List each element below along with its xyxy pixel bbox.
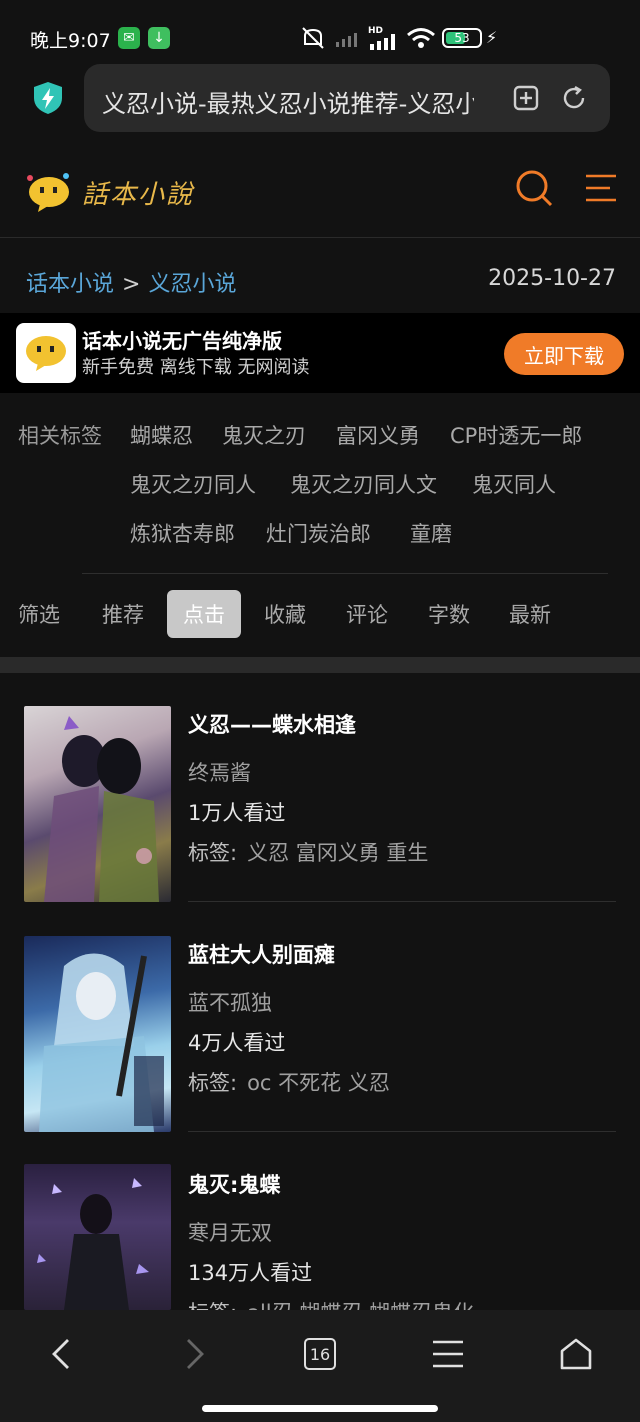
banner-subtitle: 新手免费 离线下载 无网阅读: [82, 357, 310, 378]
tabs-button[interactable]: 16: [296, 1330, 344, 1378]
book-tags: 标签: 义忍 富冈义勇 重生: [188, 837, 428, 867]
book-author[interactable]: 蓝不孤独: [188, 987, 272, 1017]
download-now-button[interactable]: 立即下载: [504, 333, 624, 375]
book-title[interactable]: 蓝柱大人别面瘫: [188, 939, 335, 969]
app-logo-icon: [26, 336, 66, 371]
book-item[interactable]: 义忍——蝶水相逢 终焉酱 1万人看过 标签: 义忍 富冈义勇 重生: [0, 673, 640, 903]
status-time: 晚上9:07: [30, 30, 111, 52]
back-button[interactable]: [38, 1330, 86, 1378]
filter-screen[interactable]: 筛选: [6, 590, 72, 638]
tag-link[interactable]: 鬼灭之刃同人文: [290, 469, 437, 499]
download-notification-icon: ↓: [148, 27, 170, 49]
forward-button[interactable]: [170, 1330, 218, 1378]
tag-link[interactable]: 炼狱杏寿郎: [130, 518, 235, 548]
tag-link[interactable]: 蝴蝶忍: [130, 420, 193, 450]
filter-comments[interactable]: 评论: [334, 590, 400, 638]
cover-art: [37, 1178, 149, 1310]
book-author[interactable]: 终焉酱: [188, 757, 251, 787]
site-header: 話本小說: [0, 150, 640, 238]
book-item[interactable]: 蓝柱大人别面瘫 蓝不孤独 4万人看过 标签: oc 不死花 义忍: [0, 903, 640, 1133]
related-tags-label: 相关标签: [18, 424, 102, 448]
book-tag-list[interactable]: 义忍 富冈义勇 重生: [247, 841, 428, 865]
tag-link[interactable]: CP时透无一郎: [450, 420, 582, 450]
chevron-left-icon: [52, 1339, 69, 1369]
gesture-home-indicator[interactable]: [202, 1405, 438, 1412]
tag-link[interactable]: 鬼灭之刃同人: [130, 469, 256, 499]
book-cover[interactable]: [24, 936, 171, 1132]
cover-art: [39, 953, 164, 1132]
menu-button[interactable]: [424, 1330, 472, 1378]
shield-icon[interactable]: [30, 80, 66, 116]
breadcrumb-separator: >: [122, 272, 141, 297]
hamburger-icon: [433, 1340, 463, 1368]
refresh-icon[interactable]: [560, 84, 588, 112]
filter-recommend[interactable]: 推荐: [90, 590, 156, 638]
tag-link[interactable]: 鬼灭之刃: [222, 420, 306, 450]
tag-link[interactable]: 鬼灭同人: [472, 469, 556, 499]
home-button[interactable]: [552, 1330, 600, 1378]
divider: [188, 901, 616, 902]
book-views: 134万人看过: [188, 1261, 313, 1285]
signal-icon: [370, 34, 395, 50]
search-icon[interactable]: [514, 168, 554, 208]
battery-indicator: 53: [442, 28, 482, 48]
book-views: 4万人看过: [188, 1031, 286, 1055]
chevron-right-icon: [187, 1339, 204, 1369]
banner-title: 话本小说无广告纯净版: [82, 329, 282, 353]
book-title[interactable]: 鬼灭:鬼蝶: [188, 1169, 280, 1199]
app-download-banner[interactable]: 话本小说无广告纯净版 新手免费 离线下载 无网阅读 立即下载: [0, 313, 640, 393]
breadcrumb-home[interactable]: 话本小说: [26, 272, 114, 297]
home-icon: [560, 1338, 592, 1370]
wechat-notification-icon: ✉: [118, 27, 140, 49]
tags-prefix: 标签:: [188, 841, 238, 865]
filter-wordcount[interactable]: 字数: [416, 590, 482, 638]
url-title[interactable]: 义忍小说-最热义忍小说推荐-义忍小说排行: [102, 84, 474, 119]
address-bar[interactable]: 义忍小说-最热义忍小说推荐-义忍小说排行: [84, 64, 610, 132]
book-title[interactable]: 义忍——蝶水相逢: [188, 709, 356, 739]
section-divider: [0, 657, 640, 673]
app-icon: [16, 323, 76, 383]
tag-link[interactable]: 童磨: [410, 518, 452, 548]
tags-prefix: 标签:: [188, 1071, 238, 1095]
breadcrumb-current[interactable]: 义忍小说: [148, 272, 236, 297]
book-author[interactable]: 寒月无双: [188, 1217, 272, 1247]
divider: [82, 573, 608, 574]
filter-favorites[interactable]: 收藏: [252, 590, 318, 638]
page-date: 2025-10-27: [488, 266, 616, 291]
filter-latest[interactable]: 最新: [497, 590, 563, 638]
tag-link[interactable]: 富冈义勇: [336, 420, 420, 450]
book-views: 1万人看过: [188, 801, 286, 825]
mute-icon: [302, 27, 324, 49]
divider: [188, 1131, 616, 1132]
cover-art: [44, 716, 159, 902]
book-tag-list[interactable]: oc 不死花 义忍: [247, 1071, 390, 1095]
logo-text[interactable]: 話本小說: [82, 174, 194, 211]
tab-count: 16: [304, 1338, 336, 1370]
book-tags: 标签: oc 不死花 义忍: [188, 1067, 390, 1097]
tag-link[interactable]: 灶门炭治郎: [266, 518, 371, 548]
charging-icon: ⚡: [486, 28, 498, 47]
wifi-icon: [407, 28, 435, 48]
bookmark-add-icon[interactable]: [512, 84, 540, 112]
filter-clicks[interactable]: 点击: [167, 590, 241, 638]
no-signal-icon: [336, 33, 357, 47]
book-cover[interactable]: [24, 1164, 171, 1310]
book-cover[interactable]: [24, 706, 171, 902]
breadcrumb: 话本小说 > 义忍小说: [26, 266, 236, 298]
menu-icon[interactable]: [584, 172, 618, 204]
logo-icon[interactable]: [22, 170, 74, 214]
status-bar: 晚上9:07 ✉ ↓ HD 53 ⚡: [0, 0, 640, 62]
